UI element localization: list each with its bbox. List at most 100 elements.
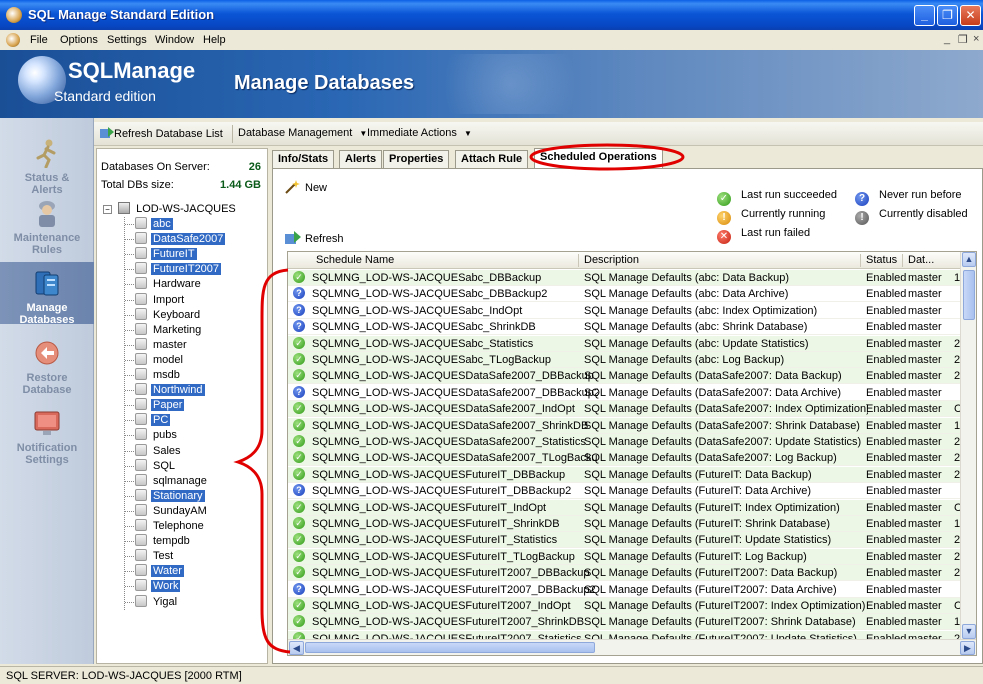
scroll-right-icon[interactable]: ▶ xyxy=(960,641,975,655)
scroll-up-icon[interactable]: ▲ xyxy=(962,252,976,267)
database-item[interactable]: Sales xyxy=(125,443,183,459)
column-header-schedule-name[interactable]: Schedule Name xyxy=(310,254,394,266)
new-schedule-button[interactable]: New xyxy=(285,180,327,194)
table-row[interactable]: ✓ SQLMNG_LOD-WS-JACQUESFutureIT2007_DBBac… xyxy=(288,565,962,582)
database-item[interactable]: Telephone xyxy=(125,519,206,534)
close-button[interactable]: ✕ xyxy=(960,5,981,26)
menu-options[interactable]: Options xyxy=(60,34,98,46)
table-row[interactable]: ✓ SQLMNG_LOD-WS-JACQUESabc_DBBackup SQL Ma… xyxy=(288,270,962,286)
menu-window[interactable]: Window xyxy=(155,34,194,46)
database-item[interactable]: sqlmanage xyxy=(125,473,209,489)
nav-notification-settings[interactable]: Notification Settings xyxy=(0,408,94,466)
table-row[interactable]: ✓ SQLMNG_LOD-WS-JACQUESDataSafe2007_Shrin… xyxy=(288,417,962,434)
database-icon xyxy=(135,534,147,547)
tab-info-stats[interactable]: Info/Stats xyxy=(272,150,335,168)
scroll-left-icon[interactable]: ◀ xyxy=(289,641,304,655)
table-row[interactable]: ? SQLMNG_LOD-WS-JACQUESabc_IndOpt SQL Mana… xyxy=(288,303,962,319)
menu-app-icon[interactable] xyxy=(6,33,20,47)
vertical-scroll-thumb[interactable] xyxy=(963,270,975,320)
database-item[interactable]: DataSafe2007 xyxy=(125,232,226,247)
question-icon: ? xyxy=(293,385,305,398)
table-row[interactable]: ✓ SQLMNG_LOD-WS-JACQUESabc_TLogBackup SQL … xyxy=(288,352,962,368)
vertical-scrollbar[interactable]: ▲ ▼ xyxy=(960,252,976,640)
database-item[interactable]: pubs xyxy=(125,428,179,443)
immediate-actions-menu[interactable]: Immediate Actions ▼ xyxy=(367,127,472,139)
database-item[interactable]: Keyboard xyxy=(125,307,202,323)
menu-settings[interactable]: Settings xyxy=(107,34,147,46)
database-item[interactable]: Northwind xyxy=(125,383,205,398)
database-item[interactable]: Paper xyxy=(125,398,185,413)
table-row[interactable]: ? SQLMNG_LOD-WS-JACQUESFutureIT_DBBackup2… xyxy=(288,483,962,500)
nav-manage-databases[interactable]: Manage Databases xyxy=(0,262,94,326)
database-item[interactable]: SundayAM xyxy=(125,503,209,519)
database-item[interactable]: Marketing xyxy=(125,322,203,338)
database-item[interactable]: abc xyxy=(125,217,173,232)
table-row[interactable]: ✓ SQLMNG_LOD-WS-JACQUESFutureIT_TLogBacku… xyxy=(288,548,962,565)
column-header-database[interactable]: Dat... xyxy=(902,254,934,266)
table-row[interactable]: ✓ SQLMNG_LOD-WS-JACQUESFutureIT_IndOpt SQL… xyxy=(288,499,962,516)
table-row[interactable]: ✓ SQLMNG_LOD-WS-JACQUESDataSafe2007_Stati… xyxy=(288,434,962,450)
check-icon: ✓ xyxy=(293,353,305,365)
maximize-button[interactable]: ❐ xyxy=(937,5,958,26)
horizontal-scroll-thumb[interactable] xyxy=(305,642,595,653)
database-item[interactable]: Yigal xyxy=(125,594,179,610)
database-item[interactable]: model xyxy=(125,352,185,368)
menu-help[interactable]: Help xyxy=(203,34,226,46)
table-row[interactable]: ✓ SQLMNG_LOD-WS-JACQUESDataSafe2007_IndOp… xyxy=(288,401,962,418)
table-row[interactable]: ✓ SQLMNG_LOD-WS-JACQUESDataSafe2007_DBBac… xyxy=(288,368,962,385)
table-row[interactable]: ✓ SQLMNG_LOD-WS-JACQUESabc_Statistics SQL … xyxy=(288,335,962,352)
minimize-button[interactable]: _ xyxy=(914,5,935,26)
database-item[interactable]: FutureIT2007 xyxy=(125,262,222,277)
nav-restore-database[interactable]: Restore Database xyxy=(0,338,94,396)
database-name: msdb xyxy=(153,369,180,381)
tab-scheduled-operations[interactable]: Scheduled Operations xyxy=(534,148,663,168)
collapse-icon[interactable]: − xyxy=(103,205,112,214)
database-name: SQL xyxy=(153,459,176,472)
database-item[interactable]: PC xyxy=(125,413,171,428)
tab-alerts[interactable]: Alerts xyxy=(339,150,383,168)
horizontal-scrollbar[interactable]: ◀ ▶ xyxy=(288,639,976,655)
nav-status-alerts[interactable]: Status & Alerts xyxy=(0,138,94,196)
mdi-restore-button[interactable]: ❐ xyxy=(958,33,968,46)
refresh-database-list-button[interactable]: Refresh Database List xyxy=(100,127,223,140)
check-icon: ✓ xyxy=(293,533,305,546)
table-row[interactable]: ✓ SQLMNG_LOD-WS-JACQUESFutureIT_DBBackup S… xyxy=(288,466,962,483)
column-header-description[interactable]: Description xyxy=(578,254,639,266)
scroll-down-icon[interactable]: ▼ xyxy=(962,624,976,639)
table-row[interactable]: ✓ SQLMNG_LOD-WS-JACQUESFutureIT_ShrinkDB S… xyxy=(288,516,962,532)
database-icon xyxy=(135,488,147,501)
description-cell: SQL Manage Defaults (DataSafe2007: Shrin… xyxy=(584,419,860,432)
table-row[interactable]: ? SQLMNG_LOD-WS-JACQUESFutureIT2007_DBBac… xyxy=(288,582,962,598)
database-item[interactable]: Hardware xyxy=(125,277,203,292)
database-item[interactable]: Work xyxy=(125,579,181,594)
database-icon xyxy=(135,428,147,441)
server-node[interactable]: − LOD-WS-JACQUES xyxy=(103,202,236,215)
table-row[interactable]: ? SQLMNG_LOD-WS-JACQUESDataSafe2007_DBBac… xyxy=(288,385,962,401)
database-item[interactable]: Stationary xyxy=(125,488,205,504)
table-row[interactable]: ✓ SQLMNG_LOD-WS-JACQUESFutureIT2007_Shrin… xyxy=(288,614,962,631)
tab-properties[interactable]: Properties xyxy=(383,150,450,168)
database-item[interactable]: Water xyxy=(125,564,184,579)
database-item[interactable]: tempdb xyxy=(125,534,192,549)
window-title: SQL Manage Standard Edition xyxy=(28,7,215,22)
database-item[interactable]: SQL xyxy=(125,458,177,474)
database-management-menu[interactable]: Database Management ▼ xyxy=(238,127,367,139)
database-item[interactable]: Import xyxy=(125,292,186,308)
database-item[interactable]: msdb xyxy=(125,368,182,383)
refresh-schedules-button[interactable]: Refresh xyxy=(285,231,344,245)
tab-attach-rule[interactable]: Attach Rule xyxy=(455,150,529,168)
table-row[interactable]: ✓ SQLMNG_LOD-WS-JACQUESFutureIT_Statistic… xyxy=(288,532,962,549)
mdi-close-button[interactable]: × xyxy=(973,33,979,45)
table-row[interactable]: ? SQLMNG_LOD-WS-JACQUESabc_ShrinkDB SQL Ma… xyxy=(288,319,962,336)
table-row[interactable]: ✓ SQLMNG_LOD-WS-JACQUESFutureIT2007_IndOp… xyxy=(288,598,962,614)
table-row[interactable]: ✓ SQLMNG_LOD-WS-JACQUESDataSafe2007_TLogB… xyxy=(288,450,962,467)
notification-icon xyxy=(34,411,60,435)
database-item[interactable]: master xyxy=(125,337,189,353)
mdi-minimize-button[interactable]: _ xyxy=(944,33,950,45)
nav-maintenance-rules[interactable]: Maintenance Rules xyxy=(0,198,94,256)
database-item[interactable]: Test xyxy=(125,549,175,564)
table-row[interactable]: ? SQLMNG_LOD-WS-JACQUESabc_DBBackup2 SQL M… xyxy=(288,286,962,303)
column-header-status[interactable]: Status xyxy=(860,254,897,266)
database-item[interactable]: FutureIT xyxy=(125,247,197,262)
menu-file[interactable]: File xyxy=(30,34,48,46)
